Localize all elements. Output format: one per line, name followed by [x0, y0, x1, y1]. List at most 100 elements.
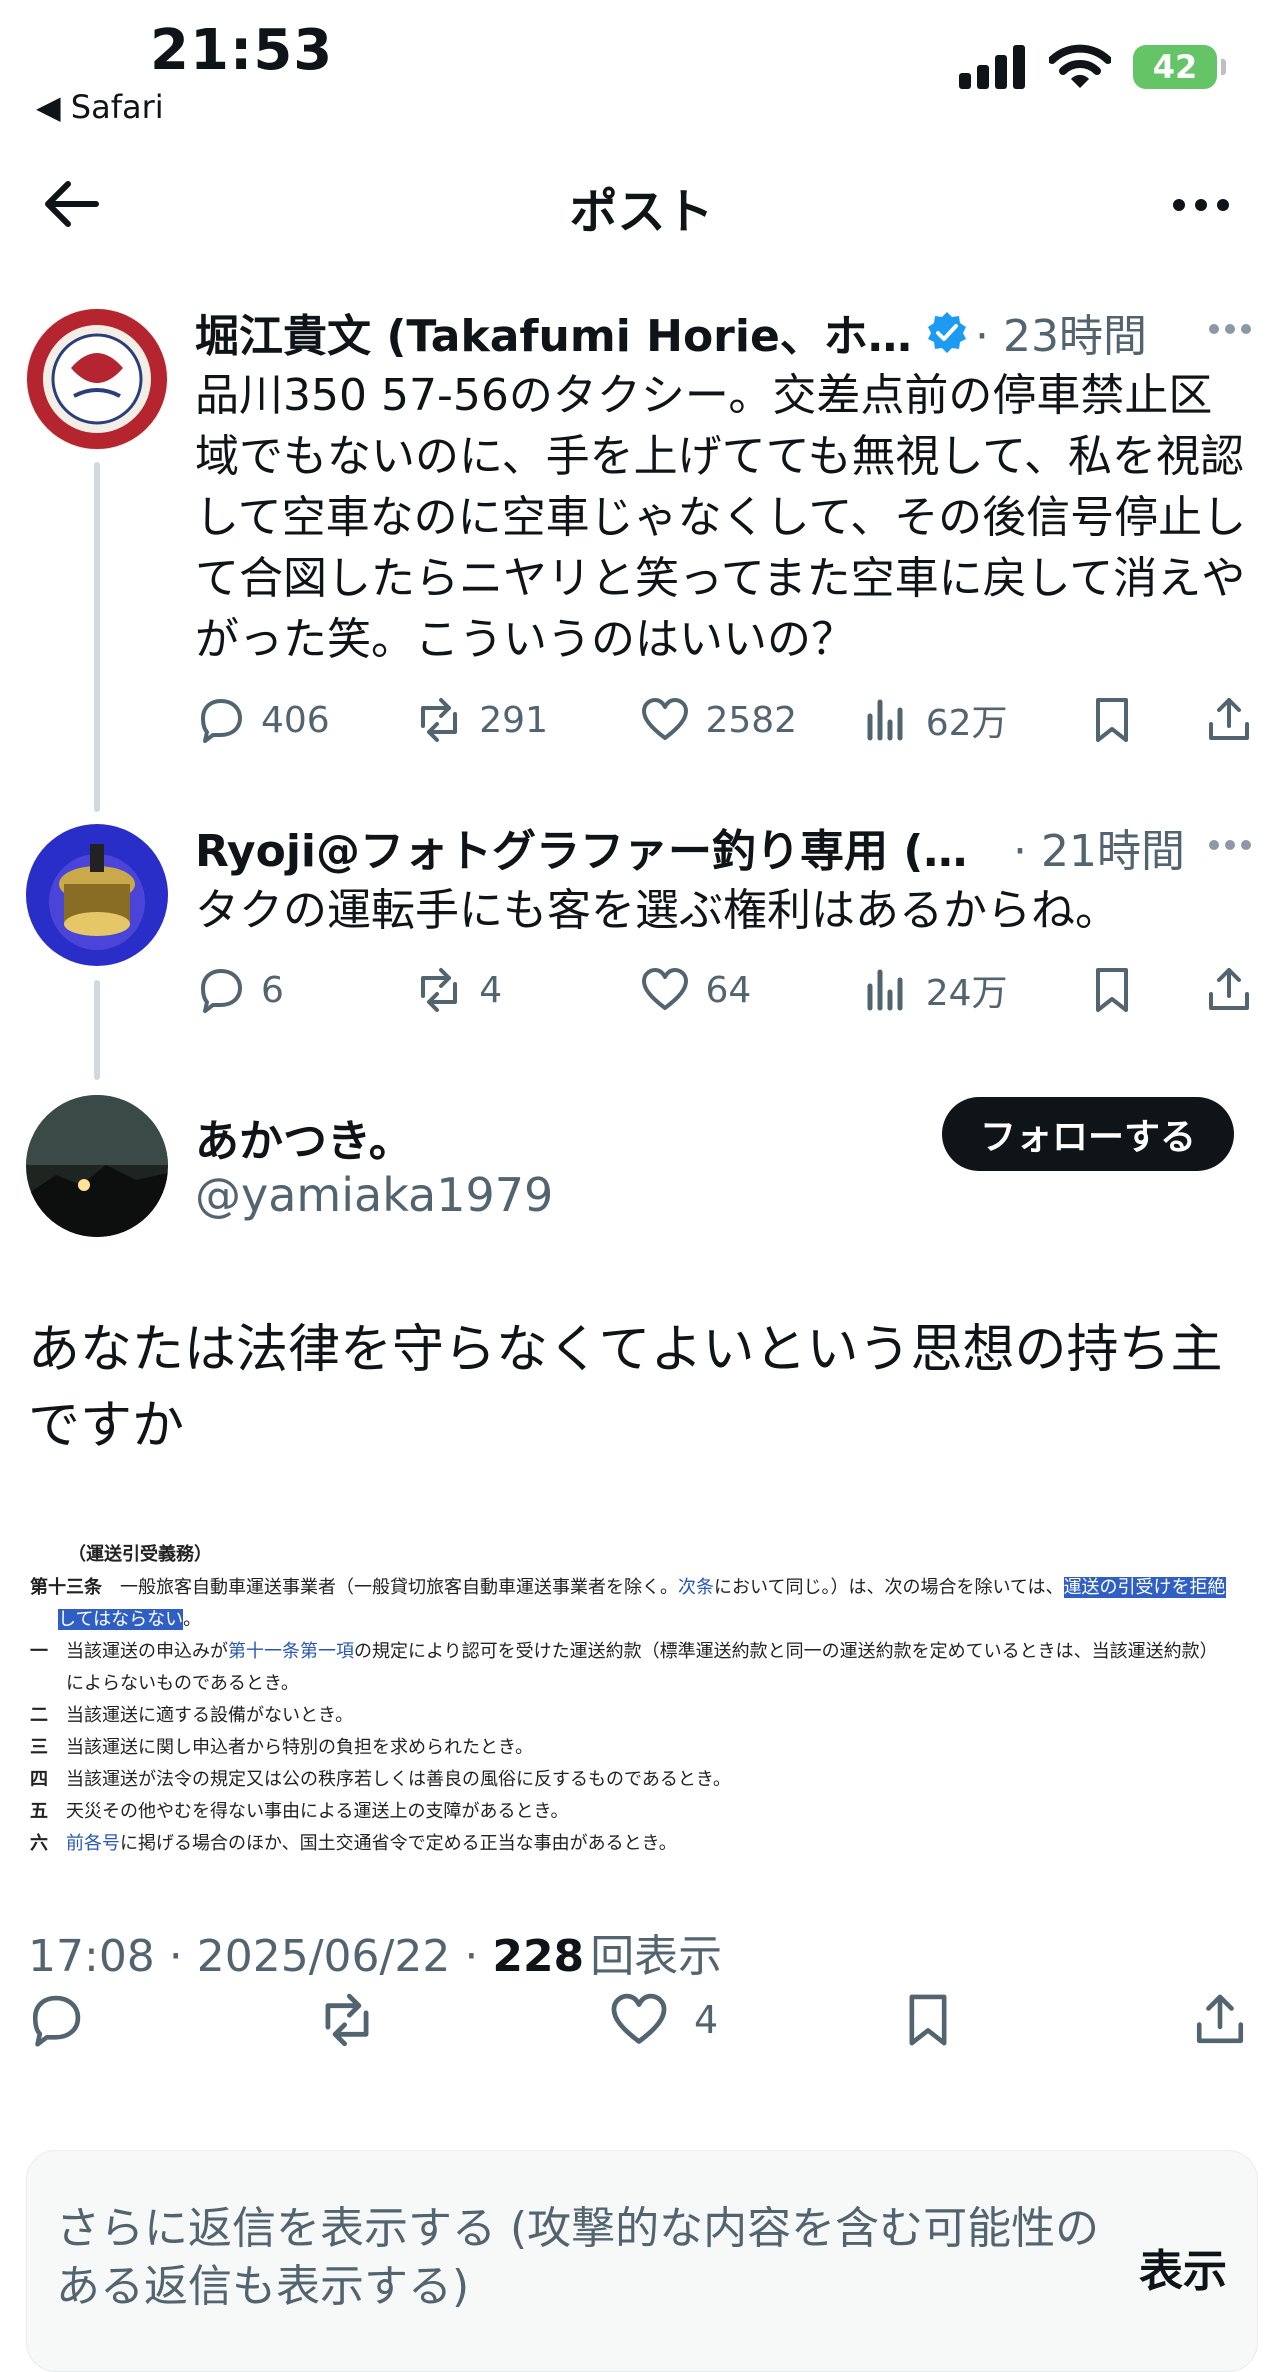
like-count: 4	[694, 1998, 719, 2042]
item-text: 天災その他やむを得ない事由による運送上の支障があるとき。	[66, 1801, 569, 1822]
law-heading: （運送引受義務）	[68, 1544, 212, 1565]
highlighted-text: 運送の引受けを拒絶	[1063, 1577, 1226, 1598]
law-text: 。	[183, 1609, 202, 1630]
item-text: の規定により認可を受けた運送約款（標準運送約款と同一の運送約款を定めているときは…	[354, 1641, 1218, 1662]
reply-button[interactable]: 6	[195, 964, 413, 1016]
more-options-icon[interactable]	[1171, 185, 1231, 225]
views-chart-icon	[867, 699, 903, 741]
author-name[interactable]: あかつき。	[195, 1105, 413, 1169]
repost-button[interactable]: 4	[413, 964, 639, 1016]
law-text: 一般旅客自動車運送事業者（一般貸切旅客自動車運送事業者を除く。	[120, 1577, 678, 1598]
reply-icon	[201, 699, 242, 743]
views-count: 24万	[925, 973, 1008, 1014]
tweet-time[interactable]: · 21時間	[1013, 815, 1185, 879]
timestamp-text[interactable]: 17:08 · 2025/06/22 ·	[28, 1931, 492, 1982]
article-number: 第十三条	[30, 1577, 102, 1598]
bookmark-icon	[1095, 698, 1128, 742]
item-text: 当該運送の申込みが	[66, 1641, 228, 1662]
item-number: 五	[30, 1801, 48, 1822]
bookmark-button[interactable]	[898, 1990, 958, 2050]
item-text: 当該運送に関し申込者から特別の負担を求められたとき。	[66, 1737, 534, 1758]
view-count: 228	[492, 1931, 585, 1982]
repost-button[interactable]: 291	[413, 694, 639, 746]
avatar[interactable]	[26, 1095, 168, 1237]
like-count: 2582	[705, 699, 798, 741]
avatar[interactable]	[26, 308, 168, 450]
repost-count: 291	[479, 699, 548, 741]
signal-icon	[959, 45, 1025, 89]
item-text: 当該運送が法令の規定又は公の秩序若しくは善良の風俗に反するものであるとき。	[66, 1769, 731, 1790]
law-item: 六前各号に掲げる場合のほか、国土交通省令で定める正当な事由があるとき。	[30, 1828, 1255, 1860]
item-number: 三	[30, 1737, 48, 1758]
tweet-more-icon[interactable]	[1208, 322, 1252, 336]
battery-icon: 42	[1133, 45, 1226, 89]
item-number: 四	[30, 1769, 48, 1790]
tweet-actions: 6 4 64 24万	[195, 964, 1255, 1016]
reply-button[interactable]: 406	[195, 694, 413, 746]
attached-image[interactable]: （運送引受義務） 第十三条 一般旅客自動車運送事業者（一般貸切旅客自動車運送事業者…	[30, 1540, 1255, 1860]
tweet-header: 堀江貴文 (Takafumi Horie、ホリ... · 23時間	[195, 300, 1205, 364]
law-link: 第十一条第一項	[228, 1641, 354, 1662]
tweet-timestamp: 17:08 · 2025/06/22 · 228 回表示	[28, 1920, 722, 1984]
share-icon	[1196, 1994, 1244, 2044]
highlighted-text: してはならない	[58, 1609, 184, 1630]
heart-icon	[642, 968, 689, 1010]
tweet-text: あなたは法律を守らなくてよいという思想の持ち主ですか	[28, 1320, 1223, 1456]
author-handle[interactable]: @yamiaka1979	[195, 1168, 553, 1222]
views-label: 回表示	[590, 1931, 723, 1982]
share-icon	[1209, 698, 1249, 740]
tweet-time[interactable]: · 23時間	[975, 300, 1147, 364]
repost-count: 4	[479, 969, 503, 1011]
show-more-replies-button[interactable]: 表示	[1139, 2235, 1227, 2299]
bookmark-button[interactable]	[1086, 694, 1203, 746]
author-name[interactable]: Ryoji@フォトグラファー釣り専用 (緊...	[195, 815, 1005, 879]
reply-icon	[32, 1995, 81, 2047]
views-chart-icon	[867, 969, 903, 1011]
share-button[interactable]	[1190, 1990, 1250, 2050]
like-button[interactable]: 64	[639, 964, 859, 1016]
avatar[interactable]	[26, 824, 168, 966]
tweet-more-icon[interactable]	[1208, 838, 1252, 852]
verified-badge-icon	[928, 312, 966, 353]
author-name[interactable]: 堀江貴文 (Takafumi Horie、ホリ...	[195, 300, 915, 364]
law-item: 三当該運送に関し申込者から特別の負担を求められたとき。	[30, 1732, 1255, 1764]
tweet-text: 品川350 57-56のタクシー。交差点前の停車禁止区域でもないのに、手を上げて…	[195, 370, 1247, 665]
tweet-text: タクの運転手にも客を選ぶ権利はあるからね。	[195, 885, 1119, 936]
bookmark-icon	[1095, 968, 1128, 1012]
reply-count: 6	[261, 969, 284, 1011]
follow-button[interactable]: フォローする	[942, 1097, 1234, 1171]
views-count: 62万	[925, 703, 1008, 744]
reply-count: 406	[261, 699, 330, 741]
law-link: 次条	[678, 1577, 714, 1598]
like-button[interactable]: 4	[608, 1989, 718, 2051]
item-text: 当該運送に適する設備がないとき。	[66, 1705, 354, 1726]
law-article-cont: してはならない。	[30, 1604, 1255, 1636]
repost-button[interactable]	[316, 1989, 378, 2051]
law-item: 二当該運送に適する設備がないとき。	[30, 1700, 1255, 1732]
reply-button[interactable]	[26, 1990, 86, 2050]
back-to-safari-link[interactable]: ◀ Safari	[36, 88, 164, 126]
views-button[interactable]: 24万	[860, 964, 1086, 1016]
repost-icon	[421, 698, 458, 742]
heart-icon	[642, 698, 689, 740]
thread-line	[94, 980, 100, 1080]
item-number: 二	[30, 1705, 48, 1726]
bookmark-button[interactable]	[1086, 964, 1203, 1016]
share-button[interactable]	[1203, 694, 1255, 746]
heart-icon	[611, 1993, 667, 2044]
tweet-actions: 406 291 2582 62万	[195, 694, 1255, 746]
bookmark-icon	[909, 1994, 947, 2046]
law-item-cont: によらないものであるとき。	[66, 1673, 299, 1694]
status-time: 21:53	[150, 18, 334, 83]
share-button[interactable]	[1203, 964, 1255, 1016]
law-article: 第十三条 一般旅客自動車運送事業者（一般貸切旅客自動車運送事業者を除く。次条におい…	[30, 1572, 1255, 1604]
item-text: に掲げる場合のほか、国土交通省令で定める正当な事由があるとき。	[120, 1833, 677, 1854]
item-number: 一	[30, 1641, 48, 1662]
law-text: において同じ。）は、次の場合を除いては、	[714, 1577, 1064, 1598]
thread-line	[94, 462, 100, 812]
wifi-icon	[1049, 44, 1111, 88]
like-button[interactable]: 2582	[639, 694, 859, 746]
page-title: ポスト	[569, 184, 714, 240]
views-button[interactable]: 62万	[860, 694, 1086, 746]
law-item: 四当該運送が法令の規定又は公の秩序若しくは善良の風俗に反するものであるとき。	[30, 1764, 1255, 1796]
